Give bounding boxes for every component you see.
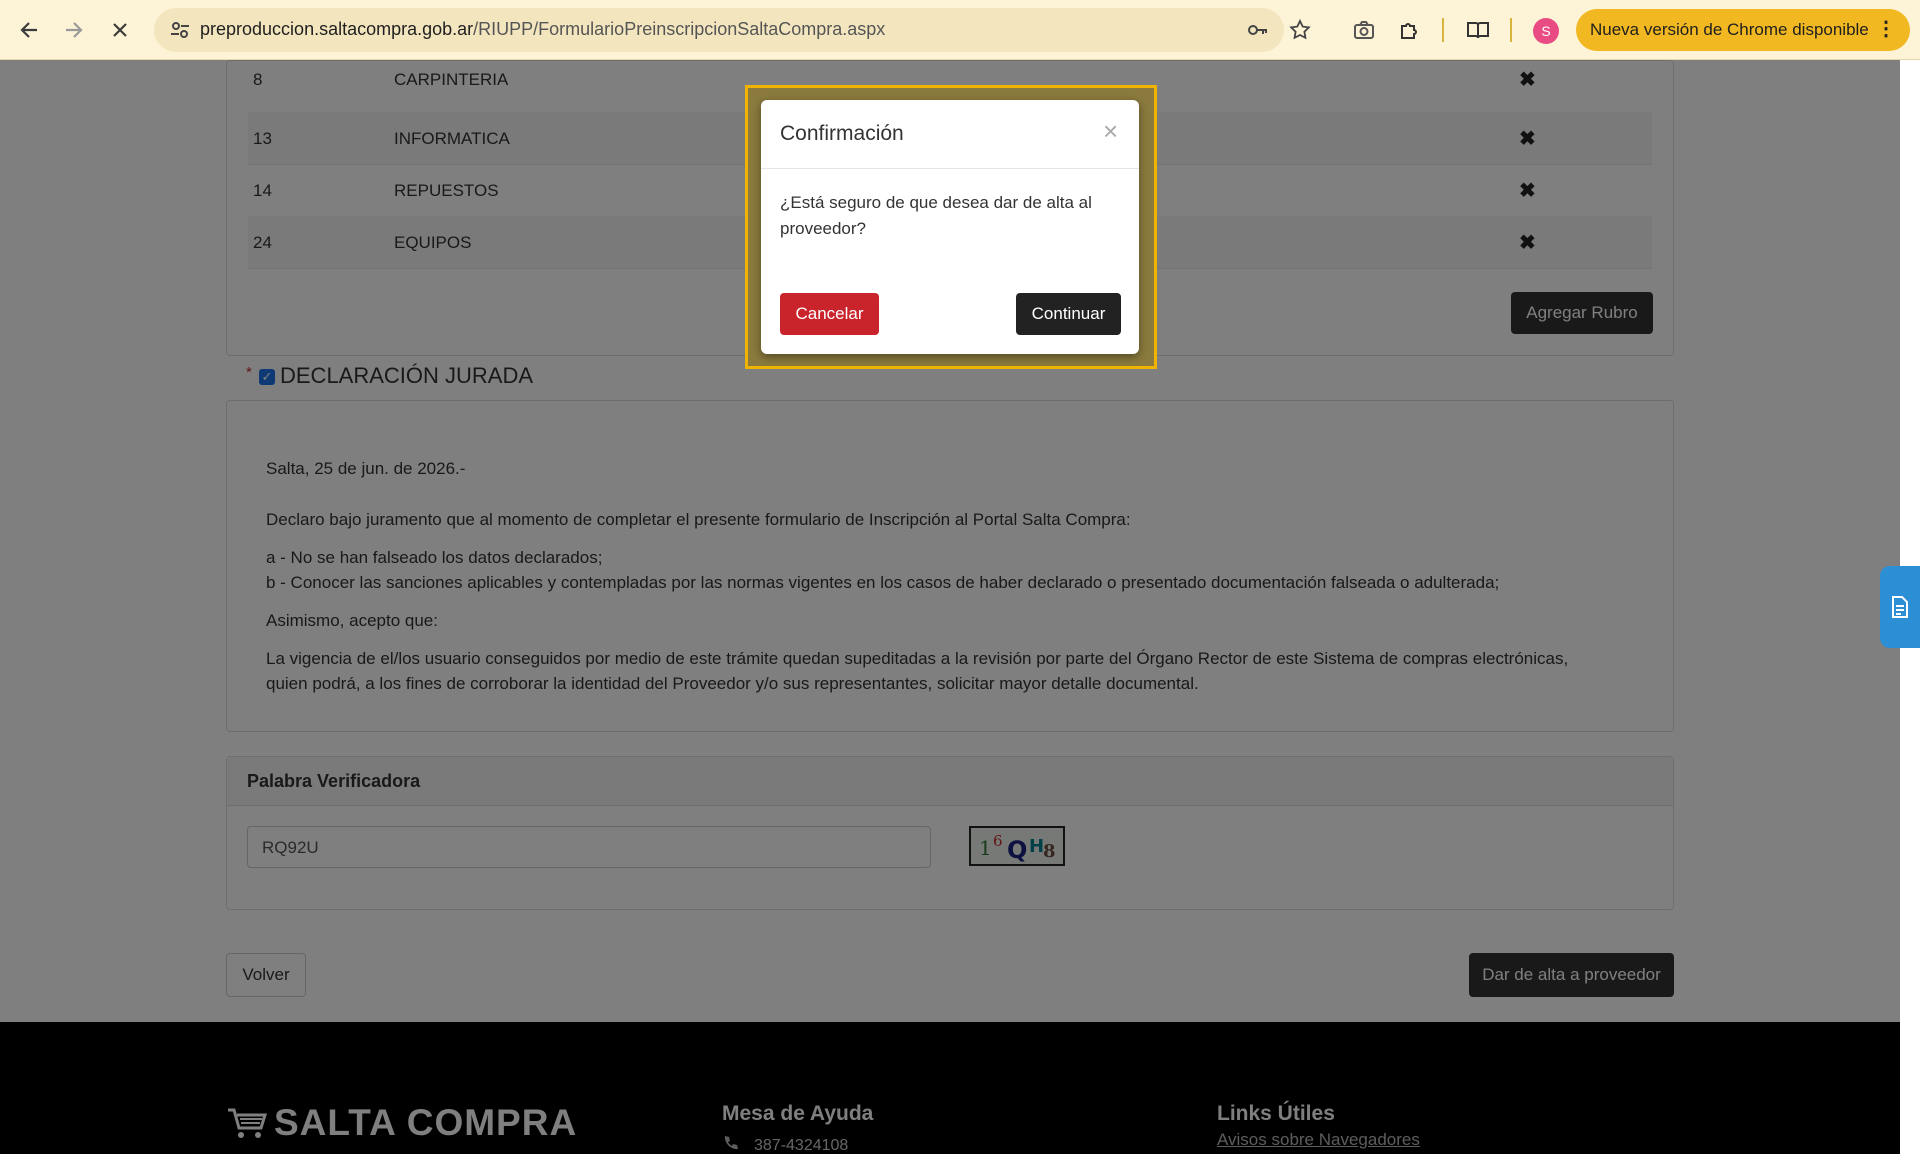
extensions-icon[interactable]	[1397, 18, 1421, 42]
address-bar[interactable]: preproduccion.saltacompra.gob.ar/RIUPP/F…	[154, 8, 1311, 52]
site-settings-icon[interactable]	[168, 18, 192, 42]
browser-toolbar: preproduccion.saltacompra.gob.ar/RIUPP/F…	[0, 0, 1920, 60]
screenshot-icon[interactable]	[1352, 18, 1376, 42]
update-label: Nueva versión de Chrome disponible	[1590, 20, 1869, 39]
dialog-header: Confirmación ×	[761, 100, 1139, 169]
url-text[interactable]: preproduccion.saltacompra.gob.ar/RIUPP/F…	[200, 19, 885, 40]
toolbar-divider	[1442, 18, 1444, 42]
reading-mode-icon[interactable]	[1466, 18, 1490, 42]
dialog-message: ¿Está seguro de que desea dar de alta al…	[780, 193, 1092, 238]
close-icon[interactable]: ×	[1103, 116, 1118, 147]
profile-avatar[interactable]: S	[1533, 18, 1559, 44]
side-document-tab[interactable]	[1880, 566, 1920, 648]
stop-icon[interactable]	[104, 14, 136, 46]
continue-button[interactable]: Continuar	[1016, 293, 1121, 335]
dialog-title: Confirmación	[780, 122, 904, 145]
confirm-dialog: Confirmación × ¿Está seguro de que desea…	[761, 100, 1139, 354]
forward-icon[interactable]	[58, 14, 90, 46]
url-host: preproduccion.saltacompra.gob.ar	[200, 19, 474, 39]
back-icon[interactable]	[13, 14, 45, 46]
more-menu-icon[interactable]: ⋮	[1876, 16, 1896, 41]
cancel-button[interactable]: Cancelar	[780, 293, 879, 335]
document-icon	[1892, 596, 1908, 618]
chrome-update-button[interactable]: Nueva versión de Chrome disponible ⋮	[1576, 9, 1910, 51]
toolbar-divider	[1510, 18, 1512, 42]
bookmark-star-icon[interactable]	[1288, 18, 1312, 42]
password-key-icon[interactable]	[1246, 18, 1270, 42]
url-path: /RIUPP/FormularioPreinscripcionSaltaComp…	[473, 19, 886, 39]
